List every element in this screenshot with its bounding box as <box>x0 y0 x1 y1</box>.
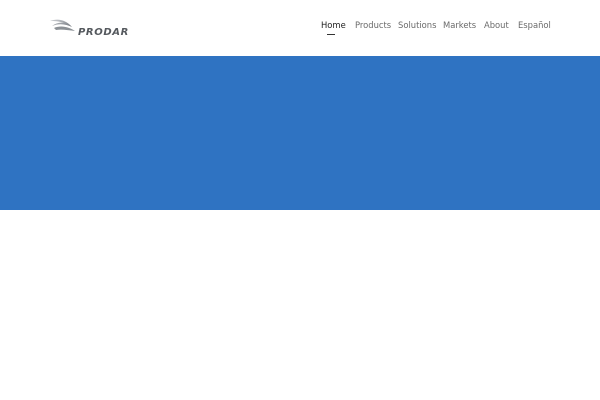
nav-products[interactable]: Products <box>355 19 391 31</box>
hero-banner <box>0 56 600 210</box>
nav-markets[interactable]: Markets <box>443 19 476 31</box>
main-nav: Home Products Solutions Markets About Es… <box>0 19 600 39</box>
site-header: PRODAR Home Products Solutions Markets A… <box>0 0 600 56</box>
nav-about[interactable]: About <box>484 19 509 31</box>
nav-home[interactable]: Home <box>321 19 346 31</box>
active-nav-indicator <box>327 34 335 35</box>
page-content-area <box>0 210 600 400</box>
nav-espanol[interactable]: Español <box>518 19 551 31</box>
nav-solutions[interactable]: Solutions <box>398 19 436 31</box>
